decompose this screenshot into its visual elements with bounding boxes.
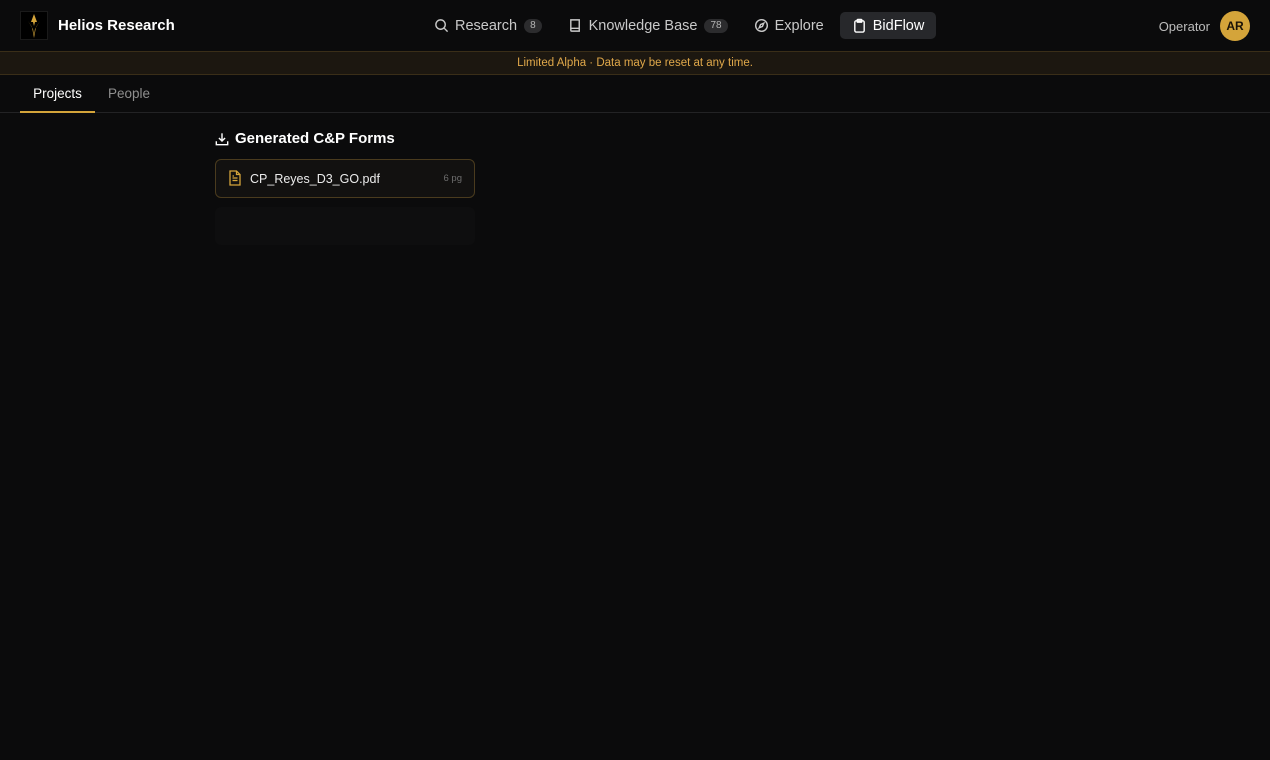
avatar[interactable]: AR [1220, 11, 1250, 41]
section-heading: Generated C&P Forms [215, 130, 395, 147]
user-role: Operator [1158, 18, 1210, 34]
count-badge: 78 [704, 18, 728, 33]
count-badge: 8 [524, 18, 542, 33]
nav-item-label: Research [455, 17, 518, 34]
tab-people[interactable]: People [95, 75, 163, 112]
file-name: CP_Reyes_D3_GO.pdf [250, 171, 380, 186]
app-title: Helios Research [58, 17, 175, 34]
compass-icon [754, 18, 769, 33]
loading-placeholder [215, 207, 475, 245]
nav-item-bidflow[interactable]: BidFlow [839, 12, 937, 39]
brand[interactable]: Helios Research [20, 11, 175, 40]
section-title: Generated C&P Forms [235, 130, 395, 147]
nav-item-label: Knowledge Base [588, 17, 698, 34]
clipboard-icon [852, 18, 867, 33]
book-icon [568, 18, 583, 33]
banner-text: Limited Alpha · Data may be reset at any… [517, 57, 753, 69]
file-item[interactable]: CP_Reyes_D3_GO.pdf 6 pg [215, 159, 475, 198]
download-icon [215, 132, 229, 146]
nav-item-label: BidFlow [872, 17, 925, 34]
top-bar: Helios Research Research 8 Knowledge Bas… [0, 0, 1270, 51]
tab-bar: Projects People [0, 75, 1270, 113]
helios-logo-icon [20, 11, 48, 40]
user-menu[interactable]: Operator AR [1159, 11, 1250, 41]
tab-projects[interactable]: Projects [20, 75, 95, 113]
file-page-count: 6 pg [443, 173, 463, 184]
nav-item-label: Explore [774, 17, 824, 34]
main-nav: Research 8 Knowledge Base 78 Explore Bid… [424, 12, 942, 39]
alpha-banner: Limited Alpha · Data may be reset at any… [0, 51, 1270, 75]
search-icon [434, 18, 449, 33]
nav-item-explore[interactable]: Explore [744, 12, 834, 39]
nav-item-research[interactable]: Research 8 [424, 12, 552, 39]
file-text-icon [228, 169, 242, 186]
nav-item-knowledge-base[interactable]: Knowledge Base 78 [558, 12, 738, 39]
